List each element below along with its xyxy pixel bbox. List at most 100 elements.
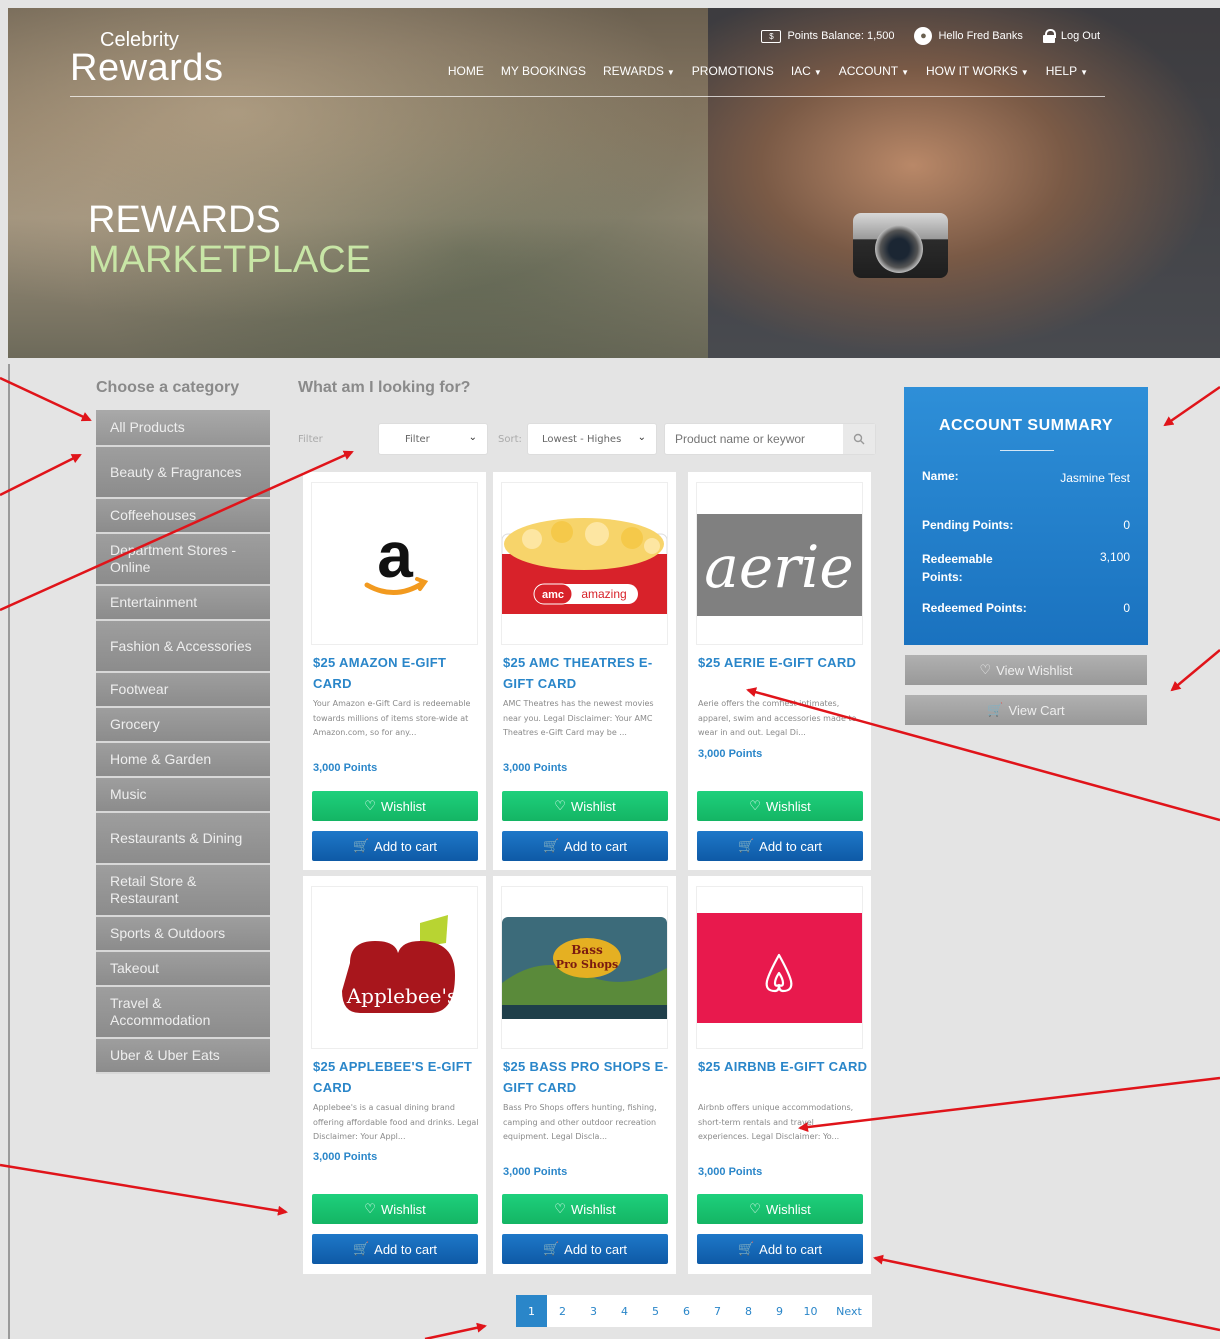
nav-rewards[interactable]: REWARDS ▼: [603, 64, 675, 78]
svg-text:amazing: amazing: [581, 587, 626, 601]
product-description: Bass Pro Shops offers hunting, fishing, …: [503, 1103, 657, 1141]
wishlist-button[interactable]: ♡ Wishlist: [697, 791, 863, 821]
caret-down-icon: ▼: [1080, 68, 1088, 77]
add-to-cart-button[interactable]: 🛒 Add to cart: [502, 831, 668, 861]
product-title[interactable]: $25 APPLEBEE'S E-GIFT CARD: [313, 1056, 483, 1098]
category-entertainment[interactable]: Entertainment: [96, 586, 270, 621]
page-10[interactable]: 10: [795, 1295, 826, 1327]
page-5[interactable]: 5: [640, 1295, 671, 1327]
nav-account[interactable]: ACCOUNT ▼: [839, 64, 909, 78]
page-title-line1: REWARDS: [88, 199, 281, 241]
product-title[interactable]: $25 BASS PRO SHOPS E-GIFT CARD: [503, 1056, 673, 1098]
page-8[interactable]: 8: [733, 1295, 764, 1327]
filter-select[interactable]: Filter ⌄: [378, 423, 488, 455]
wishlist-button[interactable]: ♡ Wishlist: [697, 1194, 863, 1224]
add-to-cart-button[interactable]: 🛒 Add to cart: [697, 831, 863, 861]
chevron-down-icon: ⌄: [468, 432, 477, 443]
brand-logo[interactable]: Celebrity Rewards: [70, 30, 223, 87]
product-points: 3,000 Points: [313, 1151, 378, 1163]
user-icon: ●: [914, 27, 933, 45]
logout-text: Log Out: [1060, 30, 1100, 42]
greeting-text: Hello Fred Banks: [938, 30, 1023, 42]
category-all-products[interactable]: All Products: [96, 410, 270, 447]
view-cart-button[interactable]: 🛒 View Cart: [905, 695, 1147, 725]
logout-link[interactable]: Log Out: [1042, 29, 1100, 43]
product-card: amc amazing $25 AMC THEATRES E-GIFT CARD…: [493, 472, 676, 870]
heart-icon: ♡: [554, 1201, 566, 1216]
product-title[interactable]: $25 AERIE E-GIFT CARD: [698, 652, 868, 673]
page-title-line2: MARKETPLACE: [88, 239, 371, 281]
product-title[interactable]: $25 AMAZON E-GIFT CARD: [313, 652, 483, 694]
summary-pending-value: 0: [1123, 518, 1130, 532]
amc-logo[interactable]: amc amazing: [501, 482, 668, 645]
airbnb-logo[interactable]: [696, 886, 863, 1049]
category-coffeehouses[interactable]: Coffeehouses: [96, 499, 270, 534]
search-button[interactable]: [843, 424, 875, 454]
product-title[interactable]: $25 AIRBNB E-GIFT CARD: [698, 1056, 868, 1077]
page-9[interactable]: 9: [764, 1295, 795, 1327]
summary-name-row: Name: Jasmine Test: [922, 469, 1130, 485]
category-retail-store[interactable]: Retail Store & Restaurant: [96, 865, 270, 917]
page-6[interactable]: 6: [671, 1295, 702, 1327]
sort-label: Sort:: [498, 434, 522, 445]
category-takeout[interactable]: Takeout: [96, 952, 270, 987]
money-icon: $: [761, 29, 782, 43]
category-travel-accommodation[interactable]: Travel & Accommodation: [96, 987, 270, 1039]
hero-photo: [708, 8, 1220, 358]
caret-down-icon: ▼: [666, 68, 675, 77]
sort-select[interactable]: Lowest - Highes ⌄: [527, 423, 657, 455]
heart-icon: ♡: [749, 1201, 761, 1216]
product-description: Airbnb offers unique accommodations, sho…: [698, 1103, 854, 1141]
basspro-logo[interactable]: Bass Pro Shops: [501, 886, 668, 1049]
next-page-button[interactable]: Next: [826, 1295, 872, 1327]
page-7[interactable]: 7: [702, 1295, 733, 1327]
page-3[interactable]: 3: [578, 1295, 609, 1327]
user-greeting[interactable]: ● Hello Fred Banks: [914, 27, 1023, 45]
wishlist-button[interactable]: ♡ Wishlist: [312, 791, 478, 821]
product-description: Your Amazon e-Gift Card is redeemable to…: [313, 699, 471, 737]
nav-iac[interactable]: IAC ▼: [791, 64, 822, 78]
wishlist-button[interactable]: ♡ Wishlist: [502, 791, 668, 821]
page-1[interactable]: 1: [516, 1295, 547, 1327]
category-beauty-fragrances[interactable]: Beauty & Fragrances: [96, 447, 270, 499]
nav-home[interactable]: HOME: [448, 64, 484, 78]
page-4[interactable]: 4: [609, 1295, 640, 1327]
filter-label: Filter: [298, 434, 323, 445]
chevron-down-icon: ⌄: [637, 432, 646, 443]
page-2[interactable]: 2: [547, 1295, 578, 1327]
wishlist-button[interactable]: ♡ Wishlist: [312, 1194, 478, 1224]
nav-promotions[interactable]: PROMOTIONS: [692, 64, 774, 78]
category-sports-outdoors[interactable]: Sports & Outdoors: [96, 917, 270, 952]
category-footwear[interactable]: Footwear: [96, 673, 270, 708]
nav-my-bookings[interactable]: MY BOOKINGS: [501, 64, 586, 78]
account-summary-heading: ACCOUNT SUMMARY: [938, 417, 1113, 434]
cart-icon: 🛒: [737, 1241, 755, 1256]
search-input[interactable]: [665, 424, 843, 454]
add-to-cart-button[interactable]: 🛒 Add to cart: [312, 831, 478, 861]
view-wishlist-button[interactable]: ♡ View Wishlist: [905, 655, 1147, 685]
product-description: Aerie offers the comfiest intimates, app…: [698, 699, 857, 737]
wishlist-button[interactable]: ♡ Wishlist: [502, 1194, 668, 1224]
nav-help[interactable]: HELP ▼: [1046, 64, 1088, 78]
product-points: 3,000 Points: [503, 762, 568, 774]
category-heading: Choose a category: [96, 379, 240, 396]
category-fashion-accessories[interactable]: Fashion & Accessories: [96, 621, 270, 673]
caret-down-icon: ▼: [901, 68, 910, 77]
applebees-logo[interactable]: Applebee's: [311, 886, 478, 1049]
amazon-logo[interactable]: a: [311, 482, 478, 645]
aerie-logo[interactable]: aerie: [696, 482, 863, 645]
product-title[interactable]: $25 AMC THEATRES E-GIFT CARD: [503, 652, 673, 694]
category-music[interactable]: Music: [96, 778, 270, 813]
category-department-stores[interactable]: Department Stores - Online: [96, 534, 270, 586]
product-card: Bass Pro Shops $25 BASS PRO SHOPS E-GIFT…: [493, 876, 676, 1274]
add-to-cart-button[interactable]: 🛒 Add to cart: [312, 1234, 478, 1264]
product-points: 3,000 Points: [313, 762, 378, 774]
category-uber[interactable]: Uber & Uber Eats: [96, 1039, 270, 1074]
add-to-cart-button[interactable]: 🛒 Add to cart: [697, 1234, 863, 1264]
category-restaurants-dining[interactable]: Restaurants & Dining: [96, 813, 270, 865]
category-grocery[interactable]: Grocery: [96, 708, 270, 743]
nav-how-it-works[interactable]: HOW IT WORKS ▼: [926, 64, 1029, 78]
category-home-garden[interactable]: Home & Garden: [96, 743, 270, 778]
add-to-cart-button[interactable]: 🛒 Add to cart: [502, 1234, 668, 1264]
product-card: aerie $25 AERIE E-GIFT CARD Aerie offers…: [688, 472, 871, 870]
